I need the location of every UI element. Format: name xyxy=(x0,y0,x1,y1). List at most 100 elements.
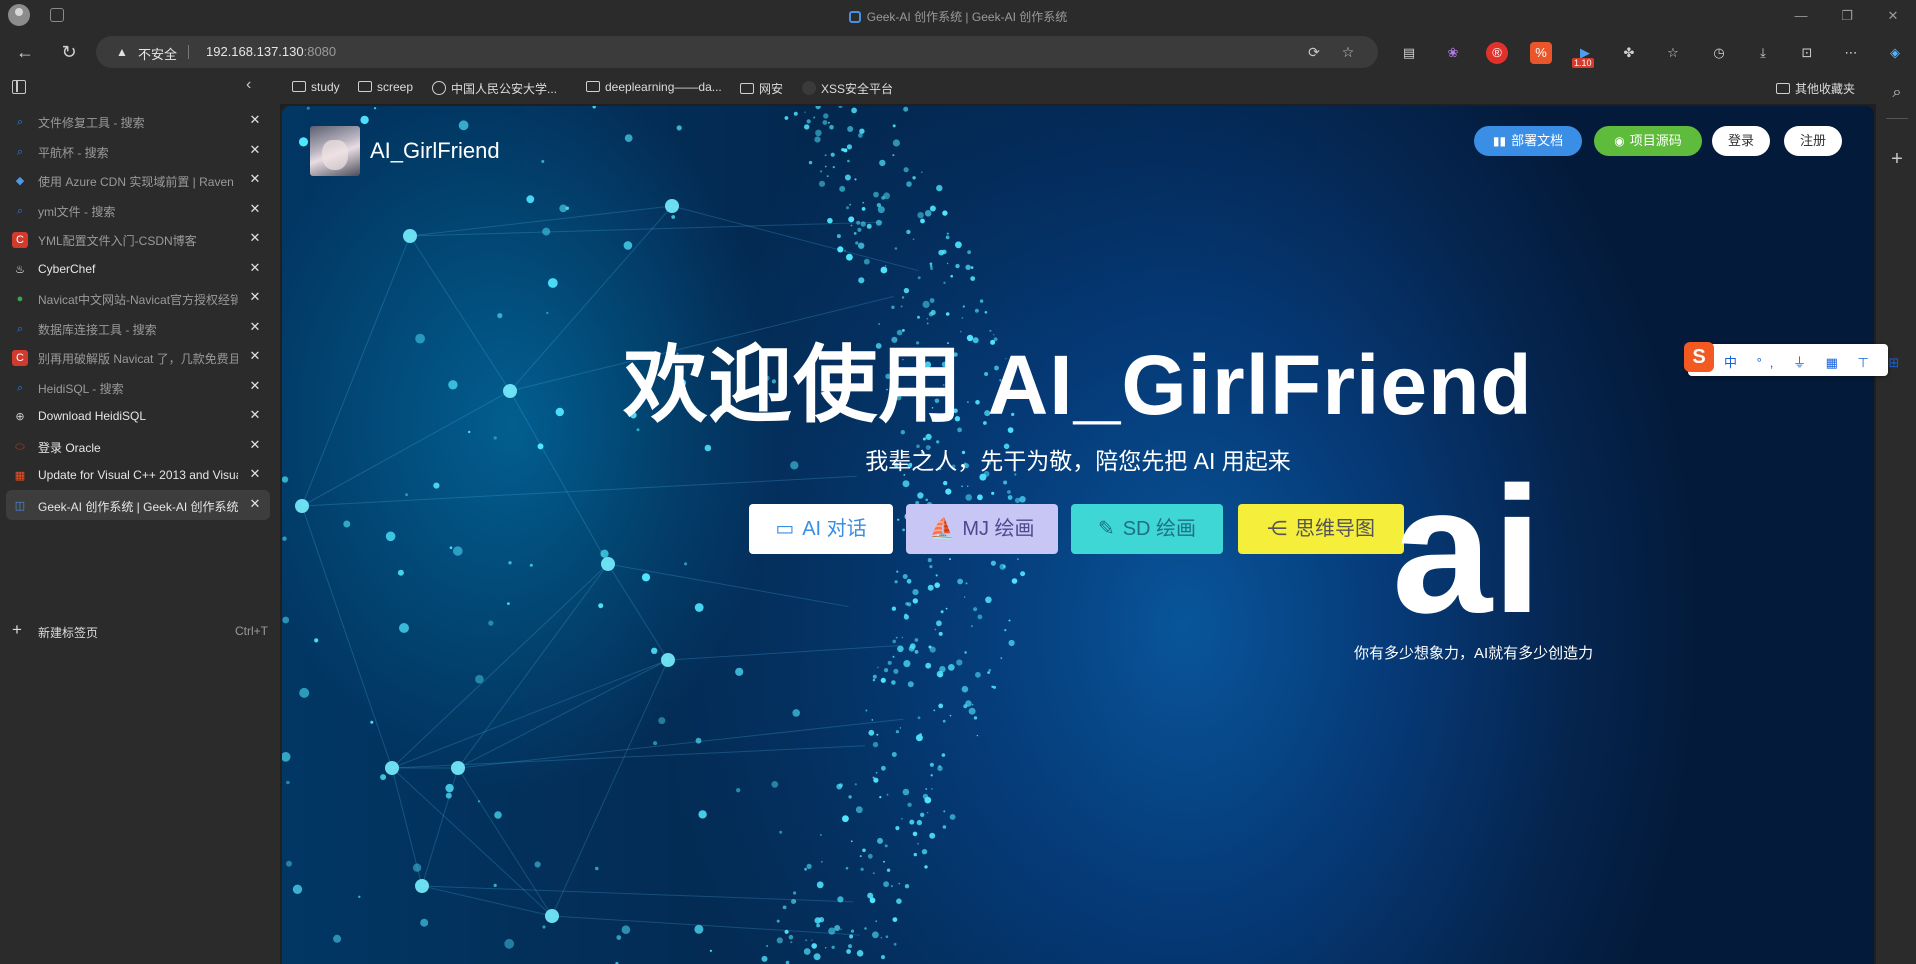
tab-label: HeidiSQL - 搜索 xyxy=(38,381,124,396)
close-tab-icon[interactable]: ✕ xyxy=(246,111,264,129)
tab-label: 数据库连接工具 - 搜索 xyxy=(38,322,157,337)
sd-draw-button[interactable]: ✎ SD 绘画 xyxy=(1071,504,1223,554)
folder-icon xyxy=(586,81,600,92)
bookmarks-bar: ‹ study screep 中国人民公安大学... deeplearning—… xyxy=(0,72,1916,104)
sailboat-icon: ⛵ xyxy=(929,518,955,540)
tab-item[interactable]: ⌕ HeidiSQL - 搜索 ✕ xyxy=(6,372,270,402)
close-tab-icon[interactable]: ✕ xyxy=(246,170,264,188)
add-sidebar-plus-icon[interactable]: + xyxy=(1886,148,1908,170)
tab-label: Download HeidiSQL xyxy=(38,409,147,423)
tab-item[interactable]: ⌕ 平航杯 - 搜索 ✕ xyxy=(6,136,270,166)
tab-label: 别再用破解版 Navicat 了，几款免费且 xyxy=(38,352,238,366)
bookmark-item[interactable]: screep xyxy=(358,80,413,94)
close-window-button[interactable]: ✕ xyxy=(1878,6,1908,26)
tab-item[interactable]: ⌕ 文件修复工具 - 搜索 ✕ xyxy=(6,106,270,136)
downloads-icon[interactable]: ⤓ xyxy=(1752,42,1774,64)
mind-map-button[interactable]: ⋲ 思维导图 xyxy=(1238,504,1404,554)
ai-logo-graphic: ai xyxy=(1392,436,1562,641)
tab-item[interactable]: ♨ CyberChef ✕ xyxy=(6,254,270,284)
tab-item[interactable]: C YML配置文件入门-CSDN博客 ✕ xyxy=(6,224,270,254)
close-tab-icon[interactable]: ✕ xyxy=(246,141,264,159)
geek-favicon-icon xyxy=(848,11,861,23)
refresh-button[interactable]: ↻ xyxy=(56,40,82,66)
close-tab-icon[interactable]: ✕ xyxy=(246,377,264,395)
history-icon[interactable]: ◷ xyxy=(1708,42,1730,64)
screenshot-icon[interactable]: ⊡ xyxy=(1796,42,1818,64)
source-code-button[interactable]: ◉ 项目源码 xyxy=(1594,126,1702,156)
url-text[interactable]: 192.168.137.130:8080 xyxy=(206,44,336,59)
minimize-button[interactable]: — xyxy=(1786,6,1816,26)
csdn-icon: C xyxy=(12,232,28,248)
close-tab-icon[interactable]: ✕ xyxy=(246,318,264,336)
close-tab-icon[interactable]: ✕ xyxy=(246,229,264,247)
search-icon: ⌕ xyxy=(16,322,24,335)
plus-icon: + xyxy=(12,620,22,639)
ime-toolbar[interactable]: S 中 °, ⏚ ▦ ⊤ ⊞ ⊛ xyxy=(1684,342,1916,376)
tab-item[interactable]: ▦ Update for Visual C++ 2013 and Visua ✕ xyxy=(6,460,270,490)
tab-item[interactable]: ⊕ Download HeidiSQL ✕ xyxy=(6,401,270,431)
geek-icon: ◫ xyxy=(14,499,26,512)
tab-item[interactable]: C 别再用破解版 Navicat 了，几款免费且 ✕ xyxy=(6,342,270,372)
close-tab-icon[interactable]: ✕ xyxy=(246,347,264,365)
browser-toolbar: ← ↻ ▲ 不安全 192.168.137.130:8080 ⟳ ☆ ▤ ❀ ®… xyxy=(0,32,1916,72)
other-favorites-folder[interactable]: 其他收藏夹 xyxy=(1776,80,1855,97)
bookmark-item[interactable]: 网安 xyxy=(740,80,783,97)
search-icon[interactable]: ⌕ xyxy=(1886,82,1908,104)
extension-translate-icon[interactable]: % xyxy=(1530,42,1552,64)
cube-icon: ◆ xyxy=(15,175,25,187)
hero-title: 欢迎使用 AI_GirlFriend xyxy=(623,338,1533,432)
more-menu-icon[interactable]: ⋯ xyxy=(1840,42,1862,64)
favorite-star-icon[interactable]: ☆ xyxy=(1338,42,1358,62)
tab-label: yml文件 - 搜索 xyxy=(38,204,116,219)
collapse-tabs-chevron-icon[interactable]: ‹ xyxy=(246,76,251,94)
chef-icon: ♨ xyxy=(15,263,25,276)
security-label[interactable]: 不安全 xyxy=(138,44,177,63)
close-tab-icon[interactable]: ✕ xyxy=(246,200,264,218)
close-tab-icon[interactable]: ✕ xyxy=(246,495,264,513)
docs-button[interactable]: ▮▮ 部署文档 xyxy=(1474,126,1582,156)
site-title[interactable]: AI_GirlFriend xyxy=(370,138,500,164)
tab-sidebar-toggle-icon[interactable] xyxy=(12,80,26,94)
reading-list-icon[interactable]: ▤ xyxy=(1398,42,1420,64)
close-tab-icon[interactable]: ✕ xyxy=(246,288,264,306)
bookmark-item[interactable]: study xyxy=(292,80,340,94)
restore-button[interactable]: ❐ xyxy=(1832,6,1862,26)
close-tab-icon[interactable]: ✕ xyxy=(246,406,264,424)
tab-item[interactable]: ● Navicat中文网站-Navicat官方授权经销 ✕ xyxy=(6,283,270,313)
book-icon: ▮▮ xyxy=(1492,134,1507,148)
tab-item[interactable]: ◆ 使用 Azure CDN 实现域前置 | Raven M ✕ xyxy=(6,165,270,195)
address-bar[interactable]: ▲ 不安全 192.168.137.130:8080 ⟳ ☆ xyxy=(96,36,1378,68)
close-tab-icon[interactable]: ✕ xyxy=(246,465,264,483)
favorites-icon[interactable]: ☆ xyxy=(1662,42,1684,64)
login-button[interactable]: 登录 xyxy=(1712,126,1770,156)
tab-item[interactable]: ◫ Geek-AI 创作系统 | Geek-AI 创作系统 ✕ xyxy=(6,489,270,520)
copilot-icon[interactable]: ◈ xyxy=(1884,42,1906,64)
github-icon: ◉ xyxy=(1614,134,1625,148)
tab-label: 文件修复工具 - 搜索 xyxy=(38,116,145,130)
close-tab-icon[interactable]: ✕ xyxy=(246,436,264,454)
mj-draw-button[interactable]: ⛵ MJ 绘画 xyxy=(906,504,1058,554)
extensions-puzzle-icon[interactable]: ✤ xyxy=(1618,42,1640,64)
sogou-logo-icon[interactable]: S xyxy=(1684,342,1714,372)
ime-tool-icons[interactable]: 中 °, ⏚ ▦ ⊤ ⊞ ⊛ xyxy=(1724,352,1916,371)
register-button[interactable]: 注册 xyxy=(1784,126,1842,156)
site-logo-avatar[interactable] xyxy=(310,126,360,176)
oracle-icon: ⬭ xyxy=(15,440,25,453)
extension-brain-icon[interactable]: ❀ xyxy=(1442,42,1464,64)
warning-icon: ▲ xyxy=(116,45,128,59)
bookmark-item[interactable]: XSS安全平台 xyxy=(802,80,893,97)
back-button[interactable]: ← xyxy=(12,40,38,66)
bookmark-item[interactable]: deeplearning——da... xyxy=(586,80,722,94)
navicat-icon: ● xyxy=(16,293,24,305)
ai-chat-button[interactable]: ▭ AI 对话 xyxy=(749,504,893,554)
tab-item[interactable]: ⌕ 数据库连接工具 - 搜索 ✕ xyxy=(6,313,270,343)
search-icon: ⌕ xyxy=(16,116,24,128)
tab-label: Update for Visual C++ 2013 and Visua xyxy=(38,468,238,482)
extension-red-icon[interactable]: ® xyxy=(1486,42,1508,64)
read-aloud-icon[interactable]: ⟳ xyxy=(1304,42,1324,62)
close-tab-icon[interactable]: ✕ xyxy=(246,259,264,277)
bookmark-item[interactable]: 中国人民公安大学... xyxy=(432,80,557,97)
tab-item[interactable]: ⌕ yml文件 - 搜索 ✕ xyxy=(6,195,270,225)
tab-item[interactable]: ⬭ 登录 Oracle ✕ xyxy=(6,431,270,461)
new-tab-button[interactable]: + 新建标签页 Ctrl+T xyxy=(12,620,268,644)
